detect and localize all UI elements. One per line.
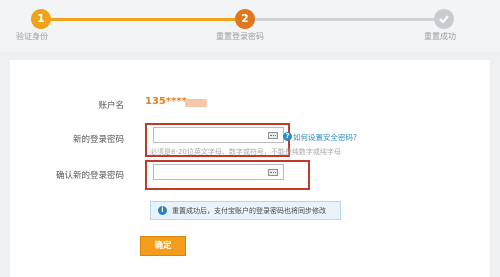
- info-notice: i 重置成功后，支付宝账户的登录密码也将同步修改: [150, 201, 341, 220]
- step-2-label: 重置登录密码: [216, 32, 264, 41]
- step-1-circle: 1: [31, 9, 51, 29]
- step-3-check-icon: [434, 9, 454, 29]
- progress-steps: 1 2 验证身份 重置登录密码 重置成功: [0, 0, 500, 52]
- step-3-label: 重置成功: [424, 32, 456, 41]
- reset-password-form: 账户名 135**** 新的登录密码 ? 如何设置安全密码? 必须是8-20位英…: [10, 60, 490, 277]
- progress-line-pending: [245, 18, 445, 21]
- new-password-input[interactable]: [153, 127, 284, 143]
- help-icon[interactable]: ?: [283, 132, 292, 141]
- confirm-button[interactable]: 确定: [140, 236, 186, 256]
- password-help-link[interactable]: 如何设置安全密码?: [293, 132, 357, 143]
- confirm-password-input[interactable]: [153, 164, 284, 180]
- masked-account-tag: [185, 99, 207, 107]
- keyboard-icon[interactable]: [268, 169, 278, 176]
- new-password-label: 新的登录密码: [72, 135, 124, 145]
- account-value: 135****: [145, 96, 187, 107]
- password-hint: 必须是8-20位英文字母、数字或符号，不能是纯数字或纯字母: [150, 148, 341, 156]
- keyboard-icon[interactable]: [268, 132, 278, 139]
- info-text: 重置成功后，支付宝账户的登录密码也将同步修改: [172, 207, 326, 215]
- account-label: 账户名: [98, 101, 124, 111]
- info-icon: i: [158, 206, 167, 215]
- step-2-circle: 2: [235, 9, 255, 29]
- confirm-password-label: 确认新的登录密码: [55, 171, 124, 181]
- step-1-label: 验证身份: [16, 32, 48, 41]
- progress-line-done: [40, 18, 245, 21]
